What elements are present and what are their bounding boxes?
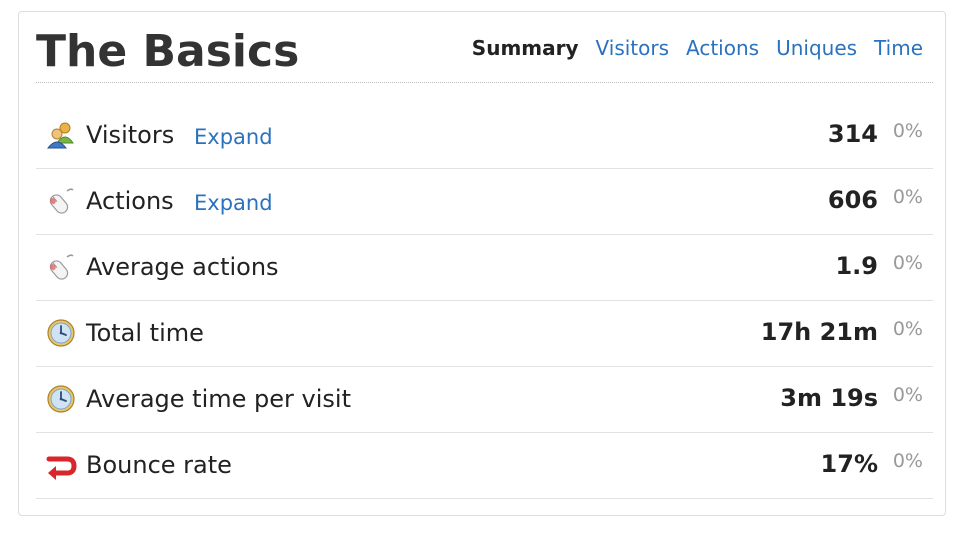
stat-value: 3m 19s xyxy=(780,384,878,412)
stat-row-total-time: Total time 17h 21m 0% xyxy=(36,301,933,367)
stat-change: 0% xyxy=(892,318,923,340)
stats-list: Visitors Expand 314 0% Actions Expand 60… xyxy=(36,103,933,499)
stat-row-average-time: Average time per visit 3m 19s 0% xyxy=(36,367,933,433)
stat-change: 0% xyxy=(892,252,923,274)
expand-link[interactable]: Expand xyxy=(194,191,273,215)
stat-value: 314 xyxy=(827,120,878,148)
stat-value: 17% xyxy=(820,450,878,478)
stat-label: Actions xyxy=(86,187,174,215)
stat-change: 0% xyxy=(892,384,923,406)
expand-link[interactable]: Expand xyxy=(194,125,273,149)
stat-row-actions: Actions Expand 606 0% xyxy=(36,169,933,235)
stat-label: Average time per visit xyxy=(86,385,351,413)
clock-icon xyxy=(47,385,75,413)
stat-change: 0% xyxy=(892,450,923,472)
stat-change: 0% xyxy=(892,186,923,208)
stat-label: Bounce rate xyxy=(86,451,232,479)
page-title: The Basics xyxy=(36,26,300,77)
basics-panel: The Basics Summary Visitors Actions Uniq… xyxy=(18,11,946,516)
tab-bar: Summary Visitors Actions Uniques Time xyxy=(472,36,923,60)
mouse-icon xyxy=(49,188,74,214)
stat-change: 0% xyxy=(892,120,923,142)
stat-row-bounce-rate: Bounce rate 17% 0% xyxy=(36,433,933,499)
stat-value: 17h 21m xyxy=(760,318,878,346)
clock-icon xyxy=(47,319,75,347)
bounce-arrow-icon xyxy=(46,456,77,480)
tab-time[interactable]: Time xyxy=(874,36,923,60)
stat-value: 606 xyxy=(827,186,878,214)
tab-uniques[interactable]: Uniques xyxy=(776,36,857,60)
visitors-icon xyxy=(46,122,74,149)
tab-summary[interactable]: Summary xyxy=(472,36,579,60)
stat-label: Total time xyxy=(86,319,204,347)
tab-actions[interactable]: Actions xyxy=(686,36,759,60)
stat-label: Average actions xyxy=(86,253,279,281)
tab-visitors[interactable]: Visitors xyxy=(596,36,670,60)
panel-header: The Basics Summary Visitors Actions Uniq… xyxy=(36,12,933,83)
stat-label: Visitors xyxy=(86,121,175,149)
stat-row-average-actions: Average actions 1.9 0% xyxy=(36,235,933,301)
stat-value: 1.9 xyxy=(835,252,878,280)
mouse-icon xyxy=(49,254,74,280)
stat-row-visitors: Visitors Expand 314 0% xyxy=(36,103,933,169)
